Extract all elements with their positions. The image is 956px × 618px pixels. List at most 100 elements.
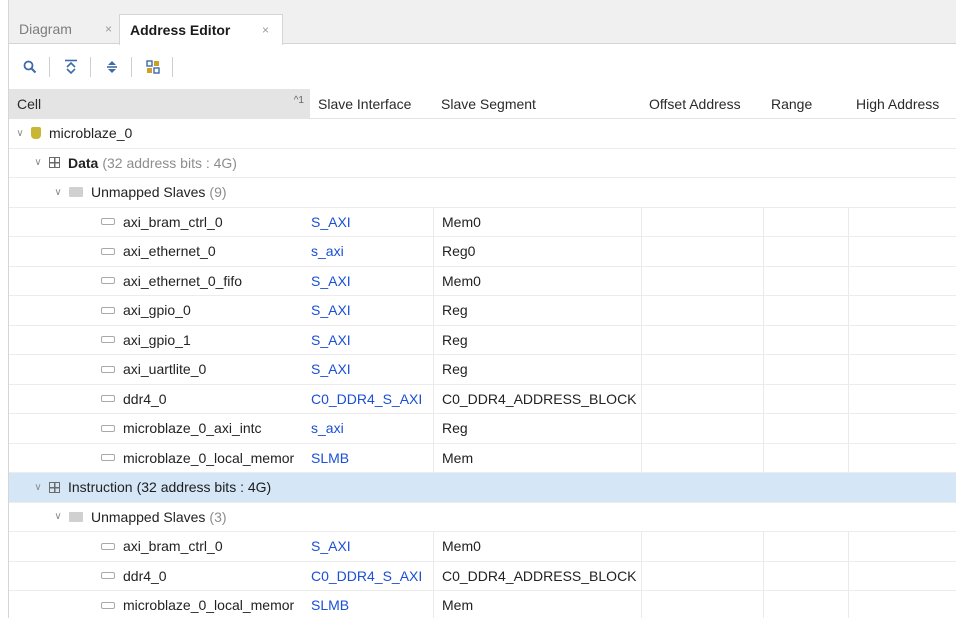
table-row[interactable]: microblaze_0_local_memor SLMB Mem [9, 443, 956, 473]
close-icon[interactable]: × [105, 22, 112, 36]
high-address-cell[interactable] [848, 414, 956, 443]
toolbar-separator [49, 57, 50, 77]
space-row[interactable]: ∨ Data (32 address bits : 4G) [9, 149, 956, 178]
offset-address-cell[interactable] [641, 561, 763, 590]
slave-segment-cell: Reg [433, 325, 641, 354]
offset-address-cell[interactable] [641, 443, 763, 472]
slave-interface-link[interactable]: S_AXI [310, 355, 433, 384]
row-name: ddr4_0 [123, 567, 167, 584]
high-address-cell[interactable] [848, 355, 956, 384]
table-row[interactable]: axi_ethernet_0_fifo S_AXI Mem0 [9, 266, 956, 296]
group-row[interactable]: ∨ Unmapped Slaves (9) [9, 178, 956, 208]
slave-interface-link[interactable]: S_AXI [310, 532, 433, 561]
range-cell[interactable] [763, 561, 848, 590]
high-address-cell[interactable] [848, 207, 956, 236]
slave-interface-link[interactable]: S_AXI [310, 267, 433, 296]
offset-address-cell[interactable] [641, 532, 763, 561]
chevron-down-icon[interactable]: ∨ [31, 482, 45, 493]
high-address-cell[interactable] [848, 443, 956, 472]
high-address-cell[interactable] [848, 561, 956, 590]
chevron-down-icon[interactable]: ∨ [51, 187, 65, 198]
auto-assign-icon[interactable] [142, 56, 164, 78]
high-address-cell[interactable] [848, 296, 956, 325]
table-row[interactable]: axi_gpio_0 S_AXI Reg [9, 296, 956, 326]
master-row[interactable]: ∨ microblaze_0 [9, 119, 956, 149]
row-name: axi_bram_ctrl_0 [123, 213, 223, 230]
slave-segment-cell: Reg [433, 296, 641, 325]
column-header-offset-address[interactable]: Offset Address [641, 89, 763, 119]
column-header-high-address[interactable]: High Address [848, 89, 956, 119]
offset-address-cell[interactable] [641, 384, 763, 413]
range-cell[interactable] [763, 325, 848, 354]
range-cell[interactable] [763, 532, 848, 561]
search-icon[interactable] [19, 56, 41, 78]
slave-interface-link[interactable]: C0_DDR4_S_AXI [310, 385, 433, 414]
column-header-range[interactable]: Range [763, 89, 848, 119]
row-name: axi_bram_ctrl_0 [123, 538, 223, 555]
row-name: Unmapped Slaves [91, 184, 206, 201]
group-row[interactable]: ∨ Unmapped Slaves (3) [9, 503, 956, 532]
range-cell[interactable] [763, 237, 848, 266]
offset-address-cell[interactable] [641, 591, 763, 618]
high-address-cell[interactable] [848, 325, 956, 354]
range-cell[interactable] [763, 266, 848, 295]
tab-diagram[interactable]: Diagram × [9, 14, 119, 44]
toolbar-separator [172, 57, 173, 77]
table-row[interactable]: axi_bram_ctrl_0 S_AXI Mem0 [9, 532, 956, 562]
high-address-cell[interactable] [848, 532, 956, 561]
offset-address-cell[interactable] [641, 207, 763, 236]
range-cell[interactable] [763, 207, 848, 236]
offset-address-cell[interactable] [641, 325, 763, 354]
chevron-down-icon[interactable]: ∨ [51, 511, 65, 522]
slave-interface-link[interactable]: s_axi [310, 237, 433, 266]
close-icon[interactable]: × [262, 23, 269, 37]
cell-column: axi_uartlite_0 [9, 355, 310, 384]
slave-interface-link[interactable]: s_axi [310, 414, 433, 443]
table-header: Cell ^1 Slave Interface Slave Segment Of… [9, 89, 956, 119]
offset-address-cell[interactable] [641, 414, 763, 443]
high-address-cell[interactable] [848, 591, 956, 618]
table-row[interactable]: microblaze_0_local_memor SLMB Mem [9, 591, 956, 618]
cell-column: axi_gpio_0 [9, 296, 310, 325]
table-row[interactable]: axi_gpio_1 S_AXI Reg [9, 325, 956, 355]
offset-address-cell[interactable] [641, 237, 763, 266]
high-address-cell[interactable] [848, 384, 956, 413]
space-row[interactable]: ∨ Instruction (32 address bits : 4G) [9, 473, 956, 503]
table-row[interactable]: microblaze_0_axi_intc s_axi Reg [9, 414, 956, 444]
column-header-slave-interface[interactable]: Slave Interface [310, 89, 433, 119]
high-address-cell[interactable] [848, 237, 956, 266]
high-address-cell[interactable] [848, 266, 956, 295]
slave-interface-link[interactable]: S_AXI [310, 326, 433, 355]
slave-interface-link[interactable]: S_AXI [310, 208, 433, 237]
column-header-cell[interactable]: Cell ^1 [9, 89, 310, 119]
table-row[interactable]: ddr4_0 C0_DDR4_S_AXI C0_DDR4_ADDRESS_BLOCK [9, 561, 956, 591]
slave-interface-link[interactable]: SLMB [310, 444, 433, 473]
slave-interface-link[interactable]: C0_DDR4_S_AXI [310, 562, 433, 591]
cell-column: ∨ Instruction (32 address bits : 4G) [9, 473, 310, 502]
tab-address-editor[interactable]: Address Editor × [119, 14, 283, 45]
slave-segment-cell: Reg [433, 414, 641, 443]
table-row[interactable]: ddr4_0 C0_DDR4_S_AXI C0_DDR4_ADDRESS_BLOCK [9, 384, 956, 414]
offset-address-cell[interactable] [641, 266, 763, 295]
range-cell[interactable] [763, 443, 848, 472]
expand-all-icon[interactable] [101, 56, 123, 78]
table-row[interactable]: axi_ethernet_0 s_axi Reg0 [9, 237, 956, 267]
chevron-down-icon[interactable]: ∨ [13, 128, 27, 139]
column-header-slave-segment[interactable]: Slave Segment [433, 89, 641, 119]
slave-segment-icon [101, 542, 115, 550]
range-cell[interactable] [763, 384, 848, 413]
chevron-down-icon[interactable]: ∨ [31, 157, 45, 168]
table-row[interactable]: axi_bram_ctrl_0 S_AXI Mem0 [9, 207, 956, 237]
slave-segment-icon [101, 277, 115, 285]
slave-interface-link[interactable]: SLMB [310, 591, 433, 618]
offset-address-cell[interactable] [641, 355, 763, 384]
table-row[interactable]: axi_uartlite_0 S_AXI Reg [9, 355, 956, 385]
slave-interface-link[interactable]: S_AXI [310, 296, 433, 325]
range-cell[interactable] [763, 355, 848, 384]
range-cell[interactable] [763, 591, 848, 618]
offset-address-cell[interactable] [641, 296, 763, 325]
range-cell[interactable] [763, 296, 848, 325]
collapse-all-icon[interactable] [60, 56, 82, 78]
row-name: microblaze_0_axi_intc [123, 420, 262, 437]
range-cell[interactable] [763, 414, 848, 443]
